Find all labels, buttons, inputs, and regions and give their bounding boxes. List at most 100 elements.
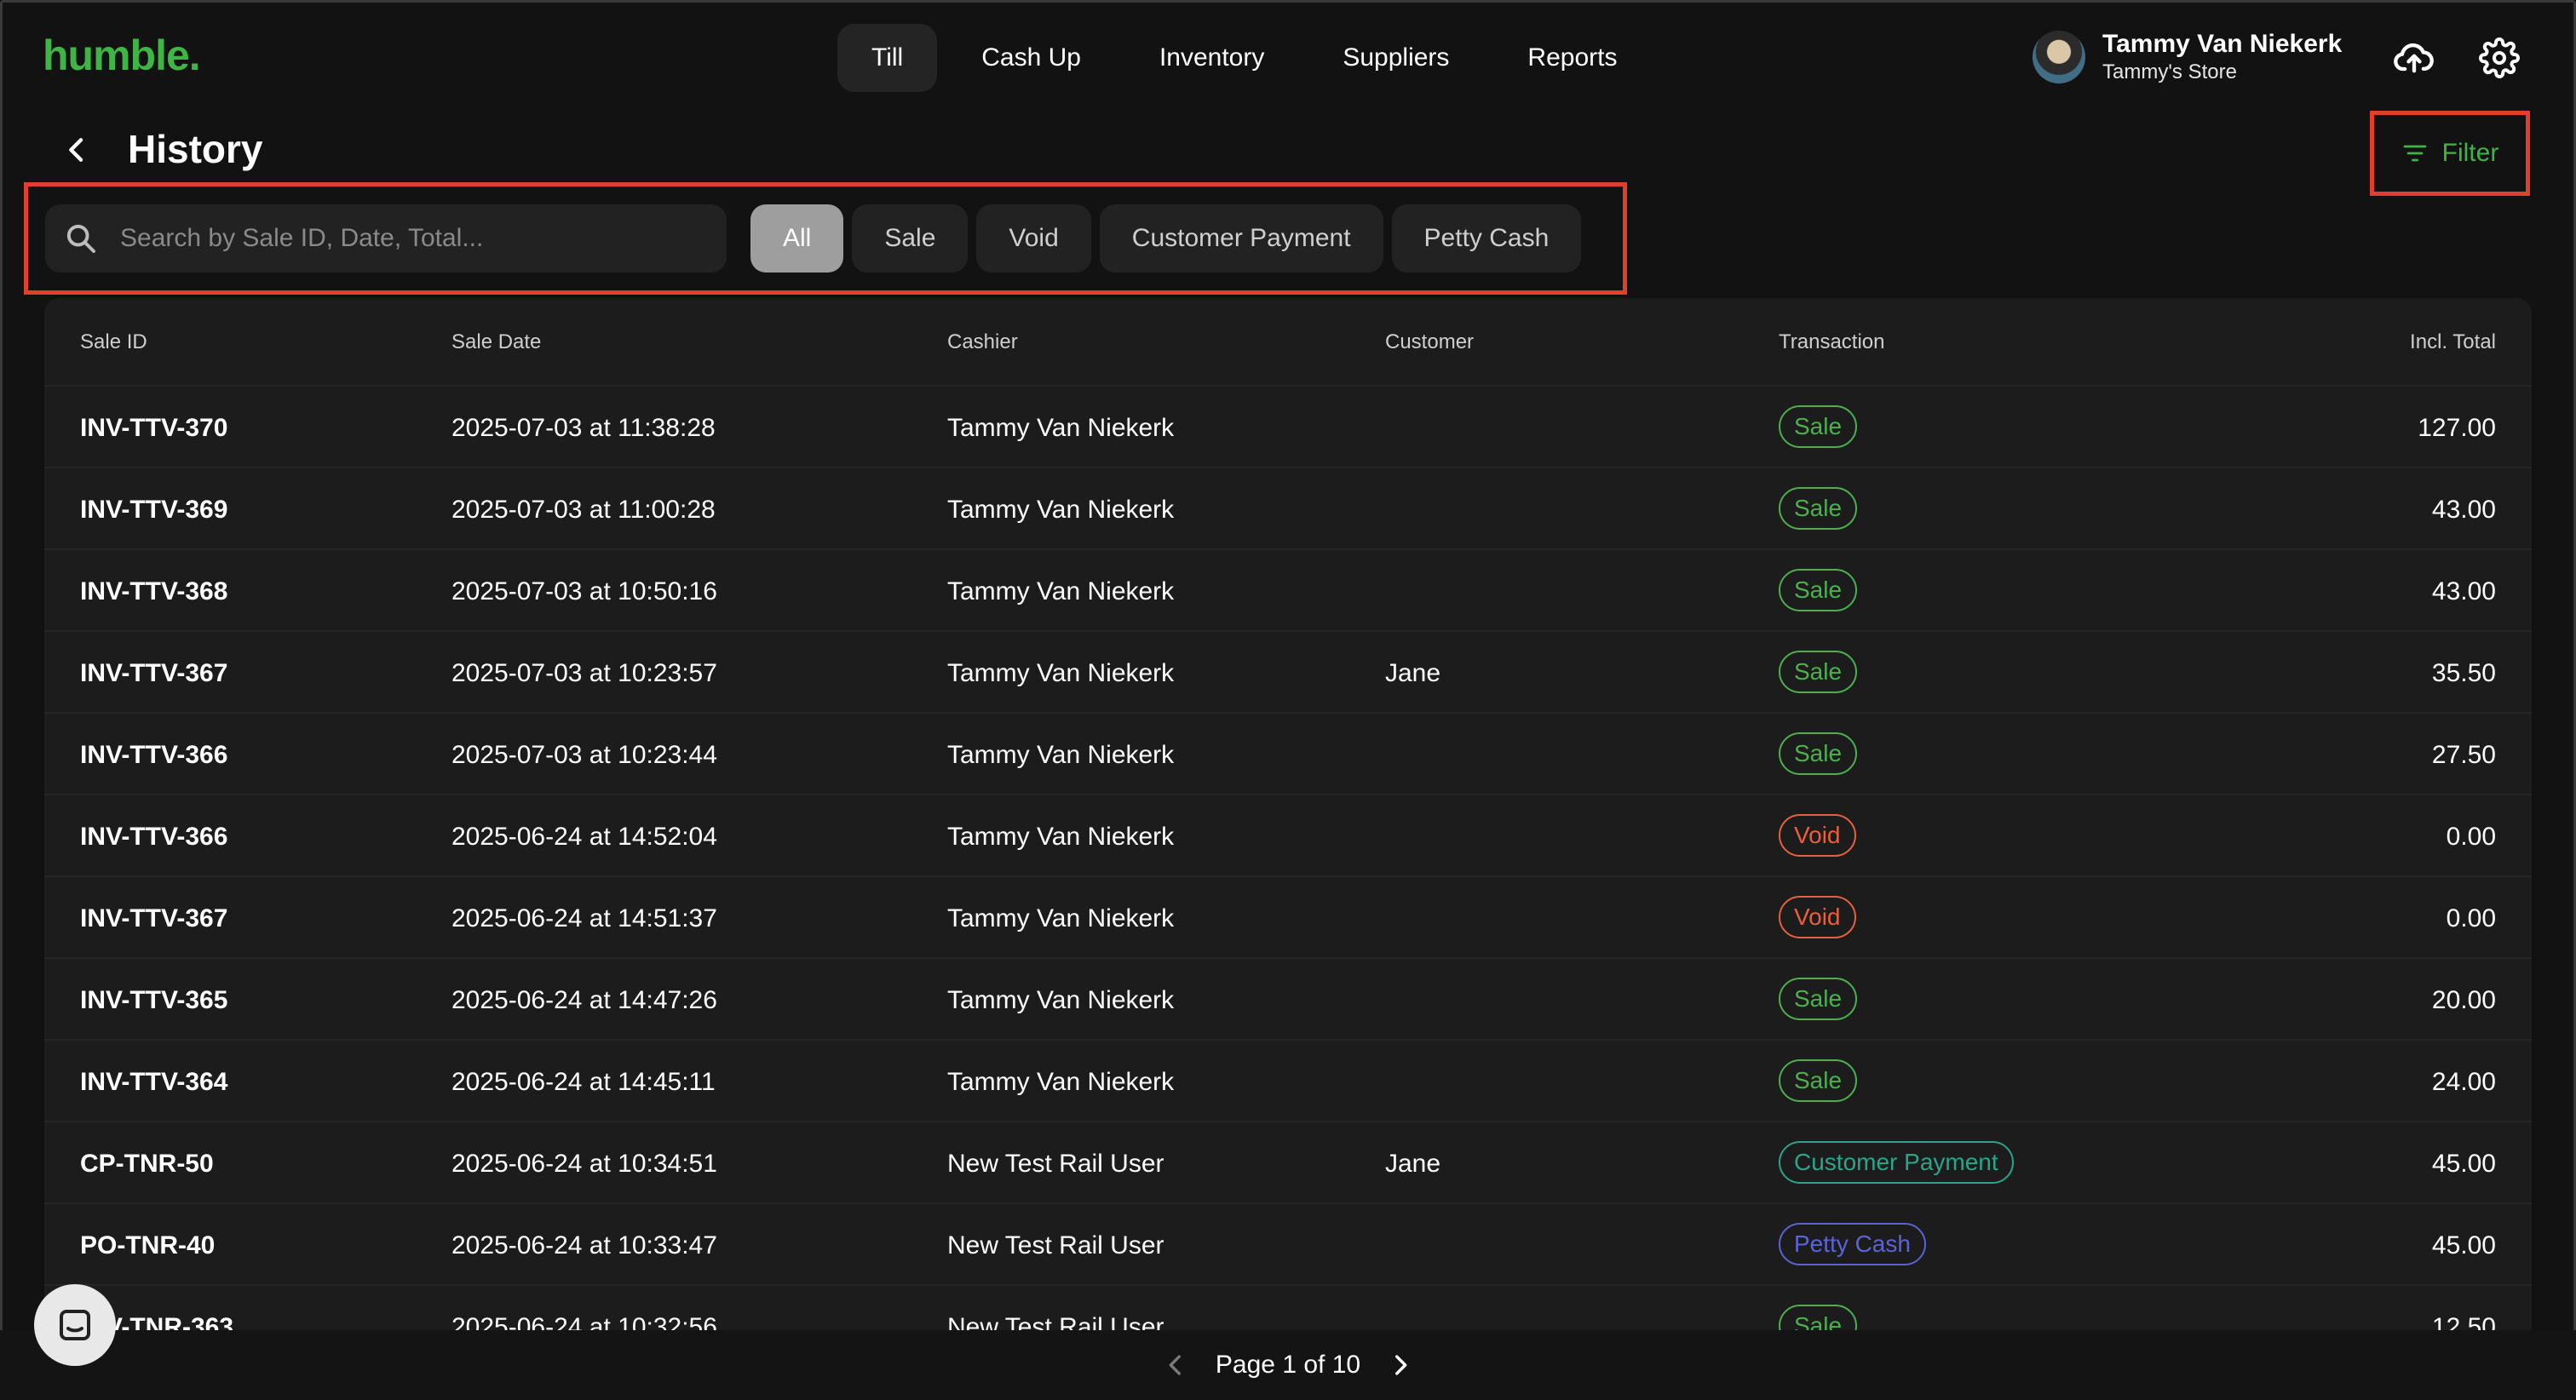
header-customer[interactable]: Customer <box>1385 330 1474 354</box>
incl-total-cell: 20.00 <box>2431 986 2496 1014</box>
avatar <box>2033 31 2085 83</box>
incl-total-cell: 45.00 <box>2431 1150 2496 1178</box>
cashier-cell: New Test Rail User <box>947 1150 1164 1178</box>
table-row[interactable]: INV-TTV-369 2025-07-03 at 11:00:28 Tammy V… <box>44 468 2532 550</box>
header-incl-total[interactable]: Incl. Total <box>2410 330 2496 354</box>
header-transaction[interactable]: Transaction <box>1779 330 1885 354</box>
table-row[interactable]: INV-TTV-368 2025-07-03 at 10:50:16 Tammy V… <box>44 550 2532 632</box>
transaction-badge: Sale <box>1779 732 1858 775</box>
customer-cell: Jane <box>1385 659 1441 687</box>
incl-total-cell: 12.50 <box>2431 1313 2496 1330</box>
header-cashier[interactable]: Cashier <box>947 330 1018 354</box>
sale-date-cell: 2025-06-24 at 14:47:26 <box>451 986 717 1014</box>
cashier-cell: Tammy Van Niekerk <box>947 1068 1175 1096</box>
transaction-badge: Void <box>1779 896 1856 938</box>
user-name: Tammy Van Niekerk <box>2102 30 2343 58</box>
sale-id-cell: INV-TTV-367 <box>80 659 228 687</box>
cashier-cell: New Test Rail User <box>947 1231 1164 1259</box>
chat-launcher-button[interactable] <box>34 1284 116 1366</box>
chip-petty-cash[interactable]: Petty Cash <box>1391 204 1582 273</box>
sale-date-cell: 2025-06-24 at 10:33:47 <box>451 1231 717 1259</box>
sale-date-cell: 2025-06-24 at 10:34:51 <box>451 1150 717 1178</box>
humble-logo[interactable]: humble. <box>43 31 201 80</box>
previous-page-icon[interactable] <box>1161 1351 1190 1380</box>
cashier-cell: Tammy Van Niekerk <box>947 741 1175 769</box>
sale-id-cell: PO-TNR-40 <box>80 1231 216 1259</box>
incl-total-cell: 0.00 <box>2446 823 2496 851</box>
search-icon <box>66 224 95 253</box>
sale-id-cell: INV-TTV-366 <box>80 823 228 851</box>
table-row[interactable]: INV-TTV-366 2025-06-24 at 14:52:04 Tammy V… <box>44 795 2532 877</box>
header-sale-date[interactable]: Sale Date <box>451 330 541 354</box>
nav-suppliers[interactable]: Suppliers <box>1308 24 1483 92</box>
table-row[interactable]: INV-TNR-363 2025-06-24 at 10:32:56 New Tes… <box>44 1286 2532 1330</box>
store-name: Tammy's Store <box>2102 60 2237 83</box>
incl-total-cell: 35.50 <box>2431 659 2496 687</box>
cloud-upload-icon[interactable] <box>2389 32 2440 83</box>
back-button[interactable] <box>60 133 94 167</box>
search-and-filter-bar: AllSaleVoidCustomer PaymentPetty Cash <box>24 182 1627 295</box>
transaction-badge: Sale <box>1779 1305 1858 1330</box>
user-profile[interactable]: Tammy Van Niekerk Tammy's Store <box>2033 29 2342 85</box>
transaction-badge: Sale <box>1779 651 1858 693</box>
chip-void[interactable]: Void <box>976 204 1091 273</box>
sale-id-cell: INV-TTV-370 <box>80 414 228 442</box>
cashier-cell: Tammy Van Niekerk <box>947 496 1175 524</box>
sale-id-cell: INV-TTV-366 <box>80 741 228 769</box>
top-bar: humble. Till Cash Up Inventory Suppliers Rep… <box>0 0 2576 116</box>
sale-id-cell: CP-TNR-50 <box>80 1150 214 1178</box>
sale-date-cell: 2025-07-03 at 11:38:28 <box>451 414 716 442</box>
table-row[interactable]: CP-TNR-50 2025-06-24 at 10:34:51 New Test … <box>44 1122 2532 1204</box>
cashier-cell: Tammy Van Niekerk <box>947 823 1175 851</box>
table-row[interactable]: INV-TTV-365 2025-06-24 at 14:47:26 Tammy V… <box>44 959 2532 1041</box>
gear-icon[interactable] <box>2474 32 2525 83</box>
sale-id-cell: INV-TTV-369 <box>80 496 228 524</box>
table-row[interactable]: INV-TTV-370 2025-07-03 at 11:38:28 Tammy V… <box>44 387 2532 468</box>
sale-id-cell: INV-TTV-368 <box>80 577 228 605</box>
transaction-badge: Petty Cash <box>1779 1223 1926 1265</box>
sale-date-cell: 2025-07-03 at 10:23:44 <box>451 741 717 769</box>
main-nav: Till Cash Up Inventory Suppliers Reports <box>837 24 1651 92</box>
next-page-icon[interactable] <box>1386 1351 1415 1380</box>
chat-icon <box>60 1310 90 1340</box>
nav-inventory[interactable]: Inventory <box>1125 24 1298 92</box>
transaction-badge: Sale <box>1779 1059 1858 1102</box>
filter-label: Filter <box>2441 139 2499 167</box>
search-box[interactable] <box>45 204 727 273</box>
transaction-badge: Void <box>1779 814 1856 857</box>
table-row[interactable]: INV-TTV-367 2025-07-03 at 10:23:57 Tammy V… <box>44 632 2532 714</box>
cashier-cell: Tammy Van Niekerk <box>947 904 1175 932</box>
chip-all[interactable]: All <box>750 204 844 273</box>
sale-date-cell: 2025-06-24 at 14:45:11 <box>451 1068 716 1096</box>
sale-date-cell: 2025-07-03 at 10:50:16 <box>451 577 717 605</box>
table-row[interactable]: INV-TTV-367 2025-06-24 at 14:51:37 Tammy V… <box>44 877 2532 959</box>
header-sale-id[interactable]: Sale ID <box>80 330 147 354</box>
chip-sale[interactable]: Sale <box>852 204 969 273</box>
nav-reports[interactable]: Reports <box>1493 24 1651 92</box>
cashier-cell: Tammy Van Niekerk <box>947 577 1175 605</box>
sale-date-cell: 2025-06-24 at 14:52:04 <box>451 823 717 851</box>
chip-customer-payment[interactable]: Customer Payment <box>1099 204 1383 273</box>
filter-button[interactable]: Filter <box>2370 111 2530 196</box>
history-table: Sale ID Sale Date Cashier Customer Trans… <box>44 298 2532 1330</box>
customer-cell: Jane <box>1385 1150 1441 1178</box>
incl-total-cell: 24.00 <box>2431 1068 2496 1096</box>
page-indicator: Page 1 of 10 <box>1215 1351 1361 1379</box>
cashier-cell: Tammy Van Niekerk <box>947 414 1175 442</box>
table-row[interactable]: PO-TNR-40 2025-06-24 at 10:33:47 New Test … <box>44 1204 2532 1286</box>
sale-date-cell: 2025-06-24 at 10:32:56 <box>451 1313 717 1330</box>
nav-cash-up[interactable]: Cash Up <box>947 24 1115 92</box>
search-input[interactable] <box>120 224 716 253</box>
sale-date-cell: 2025-07-03 at 11:00:28 <box>451 496 716 524</box>
cashier-cell: New Test Rail User <box>947 1313 1164 1330</box>
table-row[interactable]: INV-TTV-366 2025-07-03 at 10:23:44 Tammy V… <box>44 714 2532 795</box>
transaction-badge: Customer Payment <box>1779 1141 2014 1184</box>
pagination: Page 1 of 10 <box>0 1330 2576 1400</box>
nav-till[interactable]: Till <box>837 24 938 92</box>
transaction-badge: Sale <box>1779 978 1858 1020</box>
incl-total-cell: 127.00 <box>2418 414 2496 442</box>
table-row[interactable]: INV-TTV-364 2025-06-24 at 14:45:11 Tammy V… <box>44 1041 2532 1122</box>
page-title: History <box>128 127 263 171</box>
cashier-cell: Tammy Van Niekerk <box>947 986 1175 1014</box>
sale-date-cell: 2025-07-03 at 10:23:57 <box>451 659 717 687</box>
